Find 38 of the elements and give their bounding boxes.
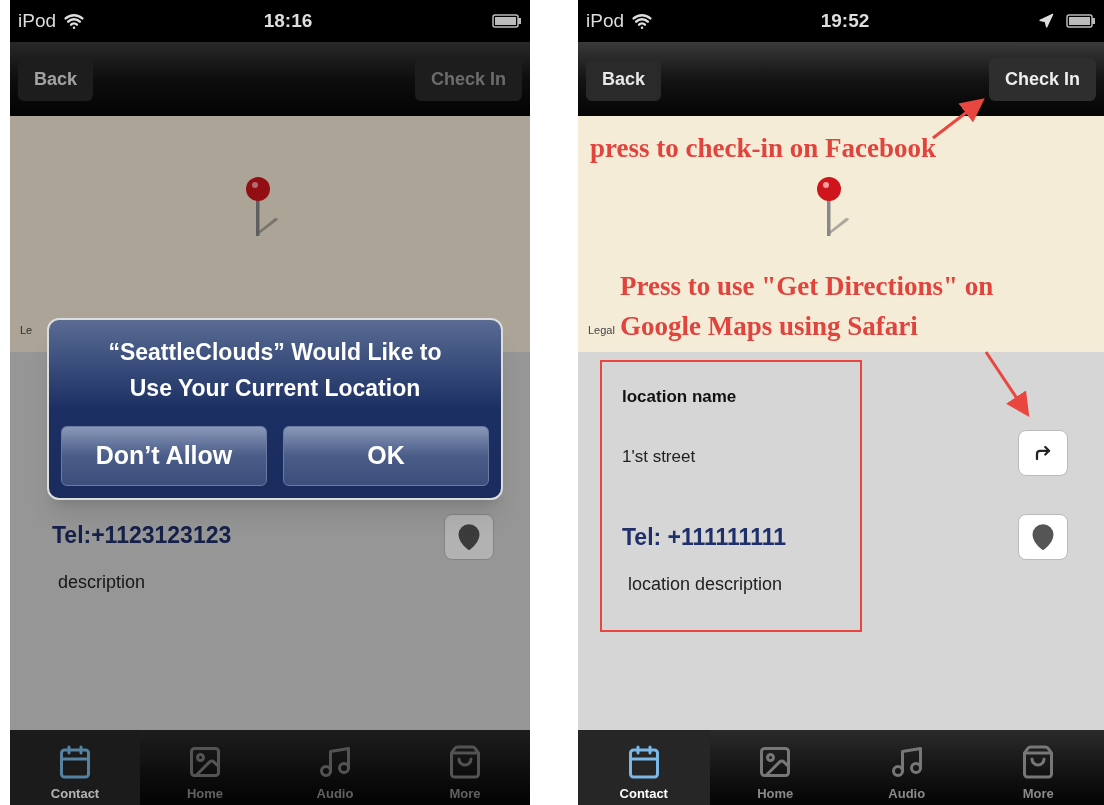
calendar-icon [57,743,93,780]
alert-button[interactable]: Don’t Allow [61,426,267,486]
pointer-arrow [932,98,985,140]
directions-button[interactable] [1018,430,1068,476]
phone-number[interactable]: Tel: +111111111 [622,520,860,555]
carrier-label: iPod [18,8,57,33]
phone-number[interactable]: Tel:+1123123123 [52,518,412,553]
check-in-button[interactable]: Check In [988,57,1096,101]
legal-link[interactable]: Le [20,321,33,338]
tab-item[interactable]: Contact [578,730,710,805]
tab-item[interactable]: Home [709,730,841,805]
legal-link[interactable]: Legal [588,321,615,338]
wifi-icon [632,11,653,31]
shopping-bag-icon [447,743,483,780]
map-button[interactable] [444,514,494,560]
annotation-note: press to check-in on Facebook [590,132,937,165]
tab-item[interactable]: Audio [841,730,973,805]
turn-arrow-icon [1034,444,1052,462]
clock-time: 18:16 [263,8,313,33]
street-address: 1'st street [622,446,697,468]
alert-message: “SeattleClouds” Would Like to Use Your Current Location [107,338,443,403]
battery-icon [492,14,522,28]
carrier-label: iPod [586,8,625,33]
tab-item[interactable]: More [400,730,530,805]
location-description: location description [628,572,784,596]
tab-item[interactable]: More [972,730,1104,805]
wifi-icon [64,11,85,31]
tab-item[interactable]: Home [140,730,270,805]
location-arrow-icon [1038,13,1054,29]
alert-button[interactable]: OK [283,426,489,486]
annotation-note: Press to use "Get Directions" on Google Maps using Safari [620,270,995,343]
pointer-arrow [984,351,1030,417]
tab-item[interactable]: Audio [270,730,400,805]
battery-icon [1066,14,1096,28]
location-description: description [58,570,147,594]
location-name: location name [622,386,738,408]
clock-time: 19:52 [820,8,870,33]
map-button[interactable] [1018,514,1068,560]
